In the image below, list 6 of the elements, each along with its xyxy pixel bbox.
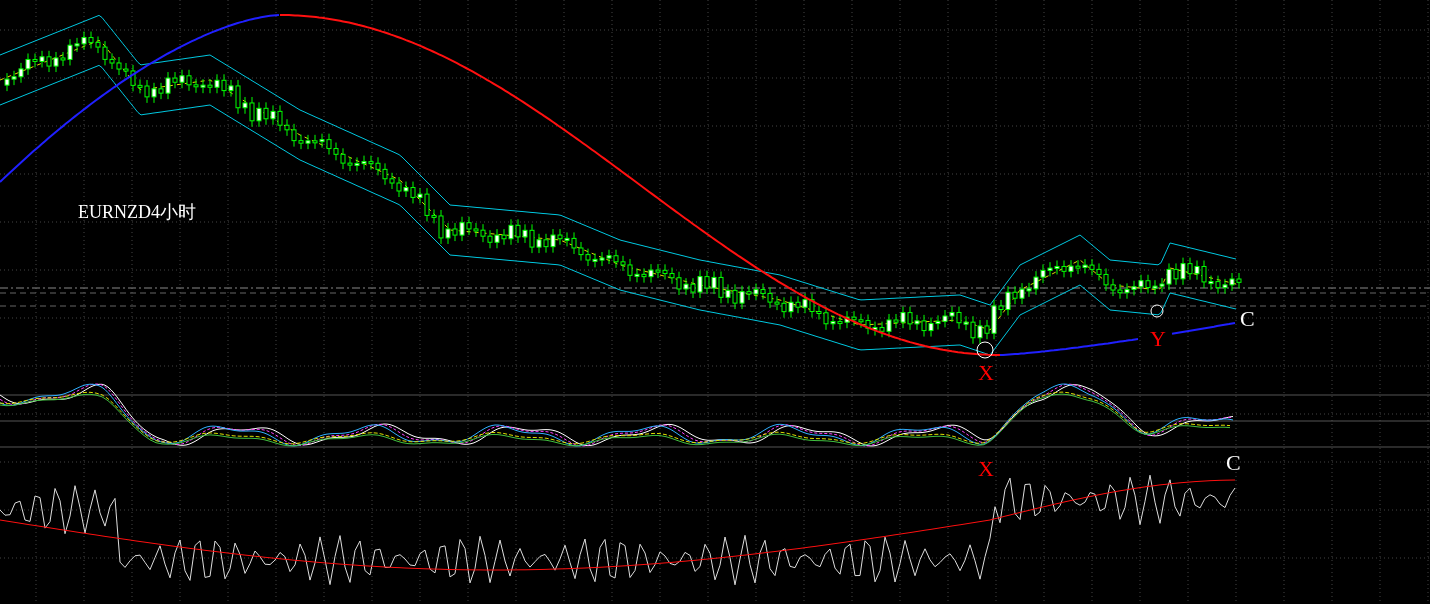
chart-title: EURNZD4小时: [78, 201, 196, 224]
chart-marker-label: C: [1226, 452, 1241, 474]
chart-marker-label: C: [1240, 308, 1255, 330]
chart-marker-label: X: [978, 458, 994, 480]
chart-marker-label: Y: [1150, 328, 1166, 350]
chart-marker-label: X: [978, 362, 994, 384]
